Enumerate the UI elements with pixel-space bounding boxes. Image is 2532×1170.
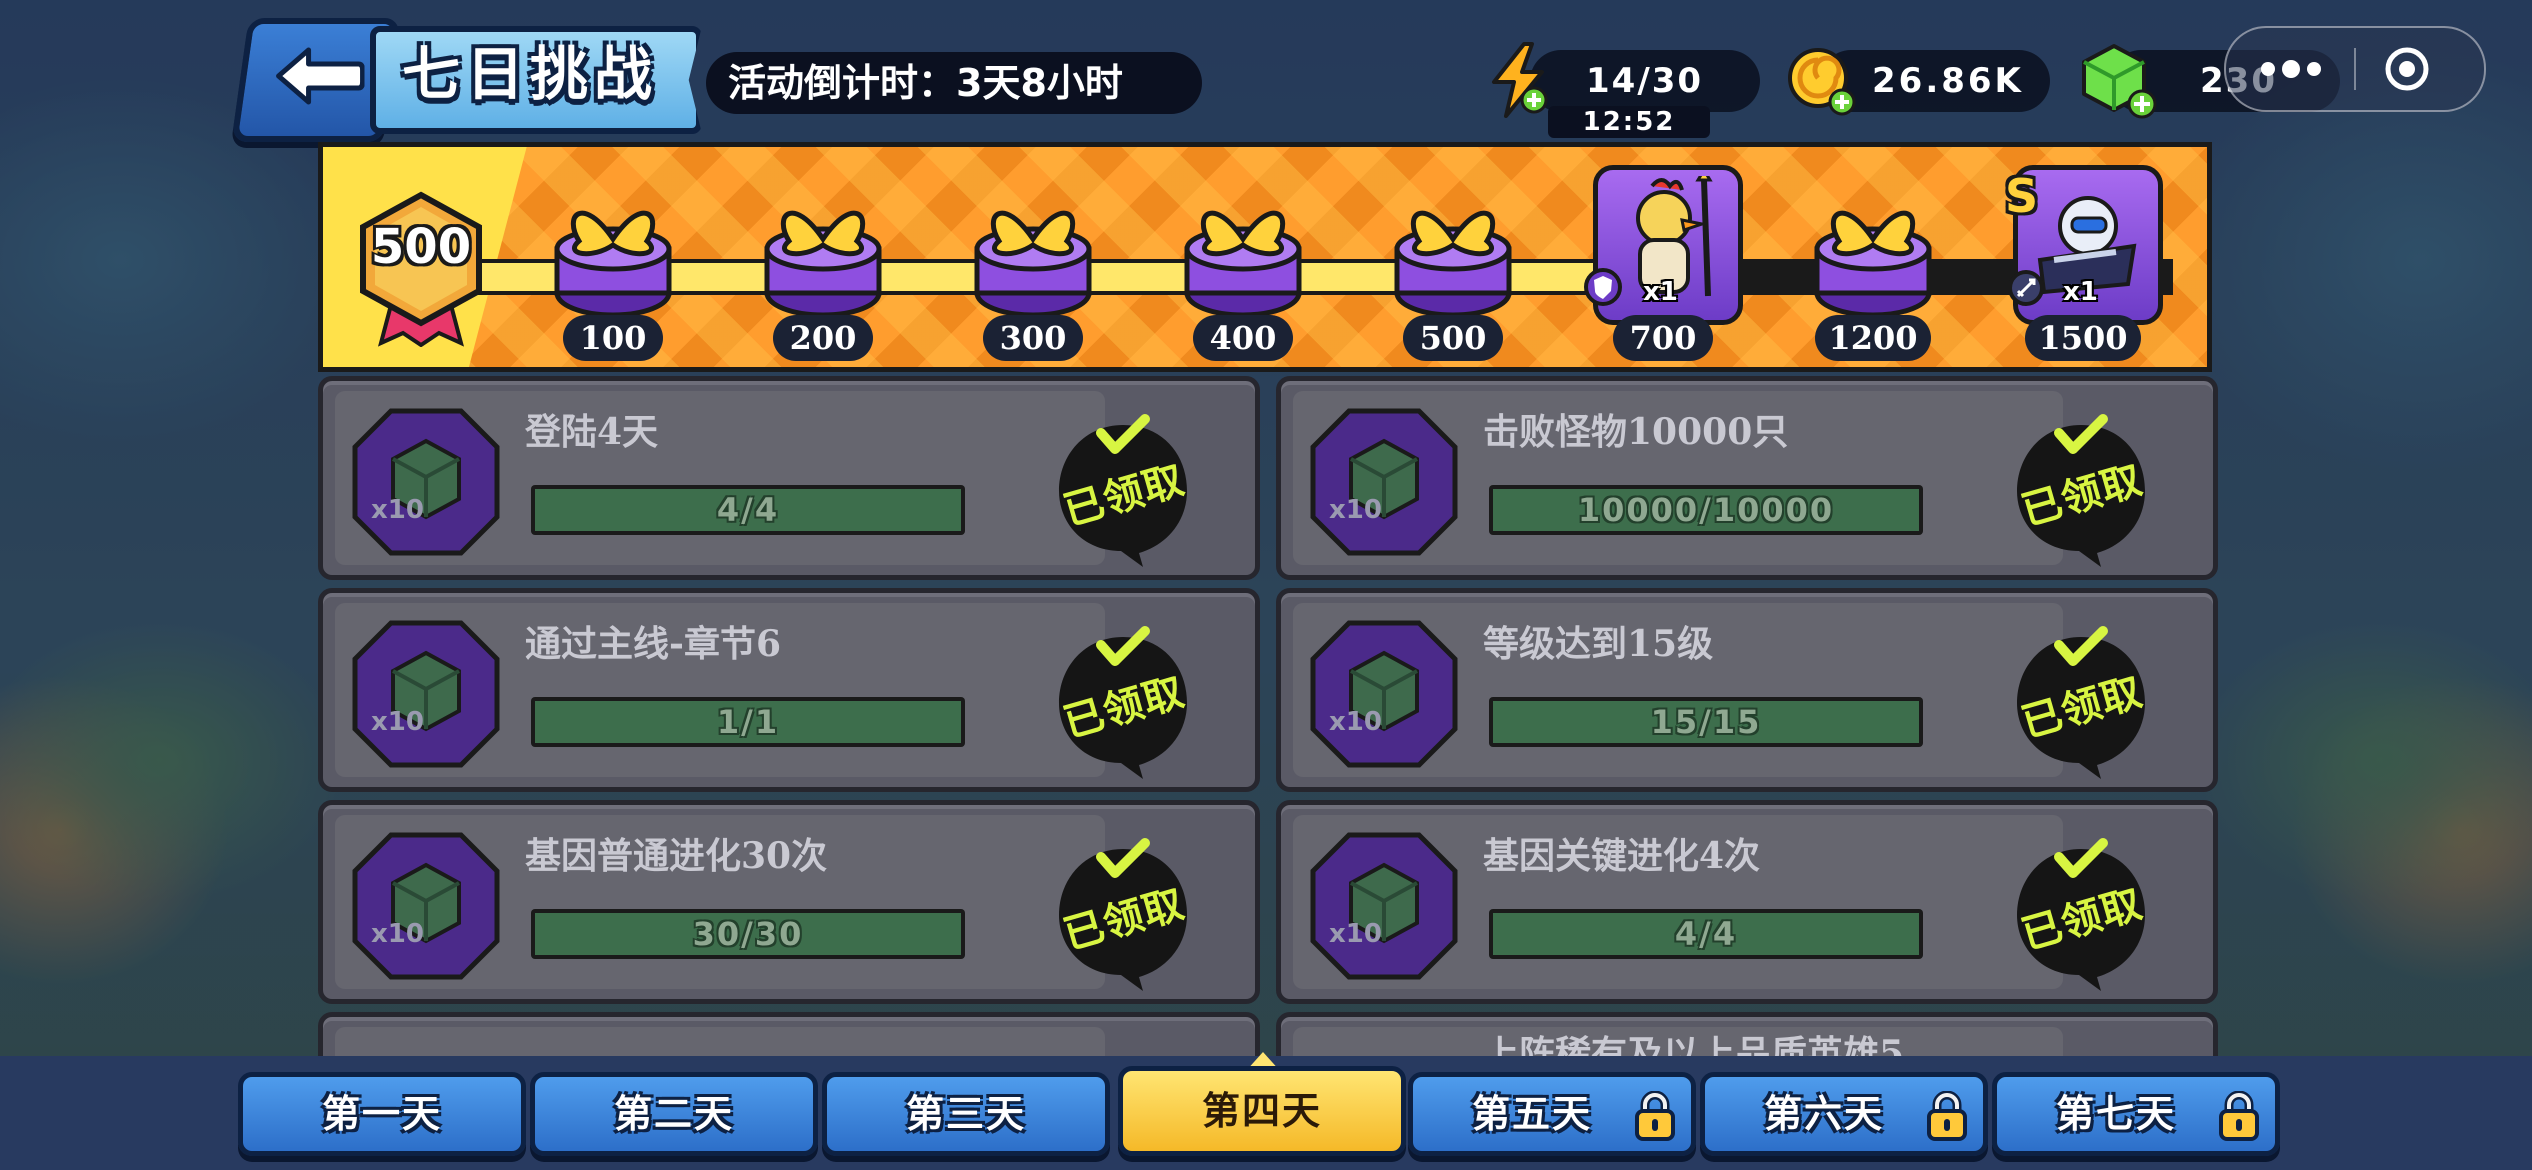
- task-card: x10 基因普通进化30次 30/30 已领取: [318, 800, 1260, 1004]
- task-progress-bar: 15/15: [1489, 697, 1923, 747]
- milestone-hero-card[interactable]: x1 700: [1583, 165, 1743, 365]
- task-progress-bar: 4/4: [531, 485, 965, 535]
- task-list: x10 登陆4天 4/4 已领取 x10 击败怪物10000只 10000/10…: [318, 376, 2220, 1056]
- more-options-icon[interactable]: [2256, 52, 2326, 86]
- mini-program-capsule: [2224, 26, 2486, 112]
- reward-count: x10: [371, 495, 424, 525]
- milestone-chest[interactable]: 1200: [1793, 165, 1953, 365]
- tab-day-2[interactable]: 第二天: [530, 1072, 818, 1156]
- points-progress-banner: 500 100 200 300 400 500 x1 700 1200 S x1…: [318, 142, 2212, 372]
- tab-label: 第二天: [613, 1092, 734, 1136]
- tab-label: 第七天: [2055, 1092, 2176, 1136]
- reward-count: x10: [371, 707, 424, 737]
- event-countdown: 活动倒计时：3天8小时: [706, 52, 1202, 114]
- gift-chest-icon: [1184, 210, 1302, 318]
- task-card: x10 登陆4天 4/4 已领取: [318, 376, 1260, 580]
- milestone-points: 400: [1193, 315, 1293, 361]
- coin-add-icon[interactable]: [1784, 44, 1860, 120]
- milestone-points: 300: [983, 315, 1083, 361]
- task-progress-bar: 30/30: [531, 909, 965, 959]
- gift-chest-icon: [1394, 210, 1512, 318]
- milestone-chest[interactable]: 500: [1373, 165, 1533, 365]
- milestone-chest[interactable]: 400: [1163, 165, 1323, 365]
- task-title: 等级达到15级: [1483, 623, 1714, 665]
- gem-reward-icon: [352, 408, 500, 556]
- lock-icon: [1927, 1091, 1967, 1141]
- task-progress-text: 4/4: [716, 491, 780, 529]
- milestone-chest[interactable]: 200: [743, 165, 903, 365]
- reward-count: x10: [1329, 919, 1382, 949]
- task-title: 通过主线-章节6: [525, 623, 781, 665]
- reward-count: x10: [1329, 707, 1382, 737]
- gem-reward-icon: [1310, 408, 1458, 556]
- tab-label: 第六天: [1763, 1092, 1884, 1136]
- tab-day-1[interactable]: 第一天: [238, 1072, 526, 1156]
- task-progress-bar: 10000/10000: [1489, 485, 1923, 535]
- task-progress-text: 1/1: [716, 703, 780, 741]
- lock-icon: [1635, 1091, 1675, 1141]
- task-title: 基因普通进化30次: [525, 835, 828, 877]
- tab-day-5[interactable]: 第五天: [1408, 1072, 1696, 1156]
- gift-chest-icon: [764, 210, 882, 318]
- task-card: x10 击败怪物10000只 10000/10000 已领取: [1276, 376, 2218, 580]
- task-progress-text: 15/15: [1650, 703, 1762, 741]
- task-card: x10 等级达到15级 15/15 已领取: [1276, 588, 2218, 792]
- close-miniprogram-icon[interactable]: [2384, 46, 2430, 92]
- task-progress-text: 4/4: [1674, 915, 1738, 953]
- shield-badge-icon: [1584, 268, 1622, 306]
- tab-day-4[interactable]: 第四天: [1118, 1066, 1406, 1156]
- lock-icon: [2219, 1091, 2259, 1141]
- task-title: 基因关键进化4次: [1483, 835, 1761, 877]
- gem-add-icon[interactable]: [2078, 40, 2160, 122]
- milestone-points: 700: [1613, 315, 1713, 361]
- task-title: 上阵稀有及以上品质英雄5: [1483, 1033, 1905, 1056]
- gift-chest-icon: [974, 210, 1092, 318]
- gem-reward-icon: [352, 620, 500, 768]
- page-title: 七日挑战: [401, 40, 658, 108]
- task-card: 上阵稀有及以上品质英雄5: [1276, 1012, 2218, 1056]
- back-arrow-icon: [276, 47, 365, 105]
- milestone-points: 1200: [1815, 315, 1931, 361]
- milestone-points: 1500: [2025, 315, 2141, 361]
- gift-chest-icon: [554, 210, 672, 318]
- tab-label: 第四天: [1201, 1089, 1322, 1133]
- task-card: x10 通过主线-章节6 1/1 已领取: [318, 588, 1260, 792]
- energy-refill-timer: 12:52: [1548, 106, 1710, 138]
- task-progress-bar: 4/4: [1489, 909, 1923, 959]
- milestone-points: 100: [563, 315, 663, 361]
- reward-count: x10: [371, 919, 424, 949]
- tab-day-7[interactable]: 第七天: [1992, 1072, 2280, 1156]
- gift-chest-icon: [1814, 210, 1932, 318]
- task-title: 登陆4天: [525, 411, 659, 453]
- tab-label: 第三天: [905, 1092, 1026, 1136]
- task-title: 击败怪物10000只: [1483, 411, 1789, 453]
- hero-reward-count: x1: [2063, 277, 2098, 307]
- task-progress-text: 30/30: [692, 915, 804, 953]
- tab-day-6[interactable]: 第六天: [1700, 1072, 1988, 1156]
- milestone-points: 200: [773, 315, 873, 361]
- milestone-chest[interactable]: 300: [953, 165, 1113, 365]
- task-progress-text: 10000/10000: [1577, 491, 1835, 529]
- tab-label: 第五天: [1471, 1092, 1592, 1136]
- milestone-chest[interactable]: 100: [533, 165, 693, 365]
- task-progress-bar: 1/1: [531, 697, 965, 747]
- energy-add-icon[interactable]: [1486, 42, 1550, 118]
- hero-rank-badge: S: [2005, 169, 2039, 223]
- task-card: [318, 1012, 1260, 1056]
- gem-reward-icon: [1310, 832, 1458, 980]
- capsule-divider: [2354, 48, 2356, 90]
- task-card-inner: [335, 1027, 1105, 1056]
- task-card: x10 基因关键进化4次 4/4 已领取: [1276, 800, 2218, 1004]
- tab-day-3[interactable]: 第三天: [822, 1072, 1110, 1156]
- gem-reward-icon: [352, 832, 500, 980]
- energy-counter: 14/30: [1530, 50, 1760, 112]
- tab-label: 第一天: [321, 1092, 442, 1136]
- reward-count: x10: [1329, 495, 1382, 525]
- gem-reward-icon: [1310, 620, 1458, 768]
- milestone-points: 500: [1403, 315, 1503, 361]
- milestone-hero-card[interactable]: S x1 1500: [2003, 165, 2163, 365]
- sword-badge-icon: [2008, 270, 2044, 306]
- current-points-value: 500: [370, 219, 472, 275]
- hero-reward-count: x1: [1643, 277, 1678, 307]
